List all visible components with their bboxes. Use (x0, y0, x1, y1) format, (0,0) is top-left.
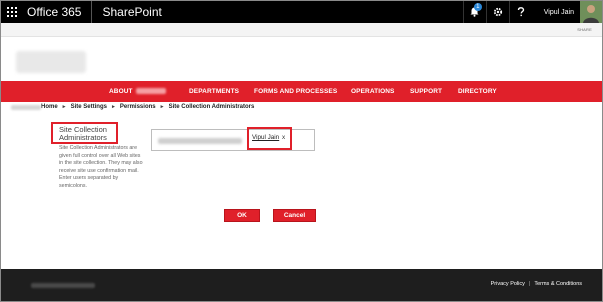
nav-item-support[interactable]: SUPPORT (410, 88, 442, 95)
user-name[interactable]: Vipul Jain (532, 9, 580, 16)
nav-item-about[interactable]: ABOUT (109, 88, 166, 95)
help-icon (517, 7, 524, 17)
settings-button[interactable] (485, 1, 509, 23)
breadcrumb-separator-icon: ► (110, 104, 116, 110)
nav-item-forms-and-processes[interactable]: FORMS AND PROCESSES (254, 88, 337, 95)
nav-item-departments[interactable]: DEPARTMENTS (189, 88, 239, 95)
breadcrumb-site-settings[interactable]: Site Settings (71, 104, 107, 110)
resolved-user-name[interactable]: Vipul Jain (252, 134, 279, 141)
people-picker-input[interactable]: Vipul Jain x (151, 127, 315, 151)
notification-count-badge: 1 (473, 3, 482, 11)
terms-link[interactable]: Terms & Conditions (534, 281, 582, 287)
breadcrumb-current-page: Site Collection Administrators (168, 104, 255, 110)
breadcrumb-separator-icon: ► (159, 104, 165, 110)
existing-admin-entry (158, 138, 242, 144)
site-logo[interactable] (16, 51, 86, 73)
app-name[interactable]: SharePoint (92, 1, 161, 23)
section-title: Site Collection Administrators (51, 122, 118, 144)
breadcrumb-separator-icon: ► (61, 104, 67, 110)
top-navigation: ABOUT DEPARTMENTS FORMS AND PROCESSES OP… (1, 81, 602, 102)
share-button[interactable]: SHARE (577, 27, 592, 32)
avatar[interactable] (580, 1, 602, 23)
nav-item-operations[interactable]: OPERATIONS (351, 88, 395, 95)
help-button[interactable] (508, 1, 532, 23)
notifications-button[interactable]: 1 (462, 1, 486, 23)
remove-user-icon[interactable]: x (282, 134, 285, 141)
ok-button[interactable]: OK (224, 209, 260, 222)
footer-copyright (31, 283, 95, 288)
nav-item-directory[interactable]: DIRECTORY (458, 88, 497, 95)
resolved-user-token[interactable]: Vipul Jain x (247, 127, 292, 150)
office365-brand[interactable]: Office 365 (23, 1, 93, 23)
suite-bar: Office 365 SharePoint 1 Vipul Jain (1, 1, 602, 23)
footer-separator: | (528, 281, 531, 287)
cancel-button[interactable]: Cancel (273, 209, 316, 222)
breadcrumb-site-name[interactable] (11, 104, 41, 110)
section-description: Site Collection Administrators are given… (59, 145, 143, 189)
app-launcher-icon[interactable] (1, 1, 23, 23)
suite-bar-right: 1 Vipul Jain (462, 1, 602, 23)
footer-links: Privacy Policy | Terms & Conditions (491, 281, 582, 287)
privacy-policy-link[interactable]: Privacy Policy (491, 281, 525, 287)
breadcrumb-permissions[interactable]: Permissions (120, 104, 156, 110)
gear-icon (493, 7, 502, 17)
breadcrumb: Home ► Site Settings ► Permissions ► Sit… (11, 104, 254, 110)
footer: Privacy Policy | Terms & Conditions (1, 269, 602, 301)
breadcrumb-home[interactable]: Home (41, 104, 58, 110)
ribbon-bar: SHARE (1, 23, 602, 37)
